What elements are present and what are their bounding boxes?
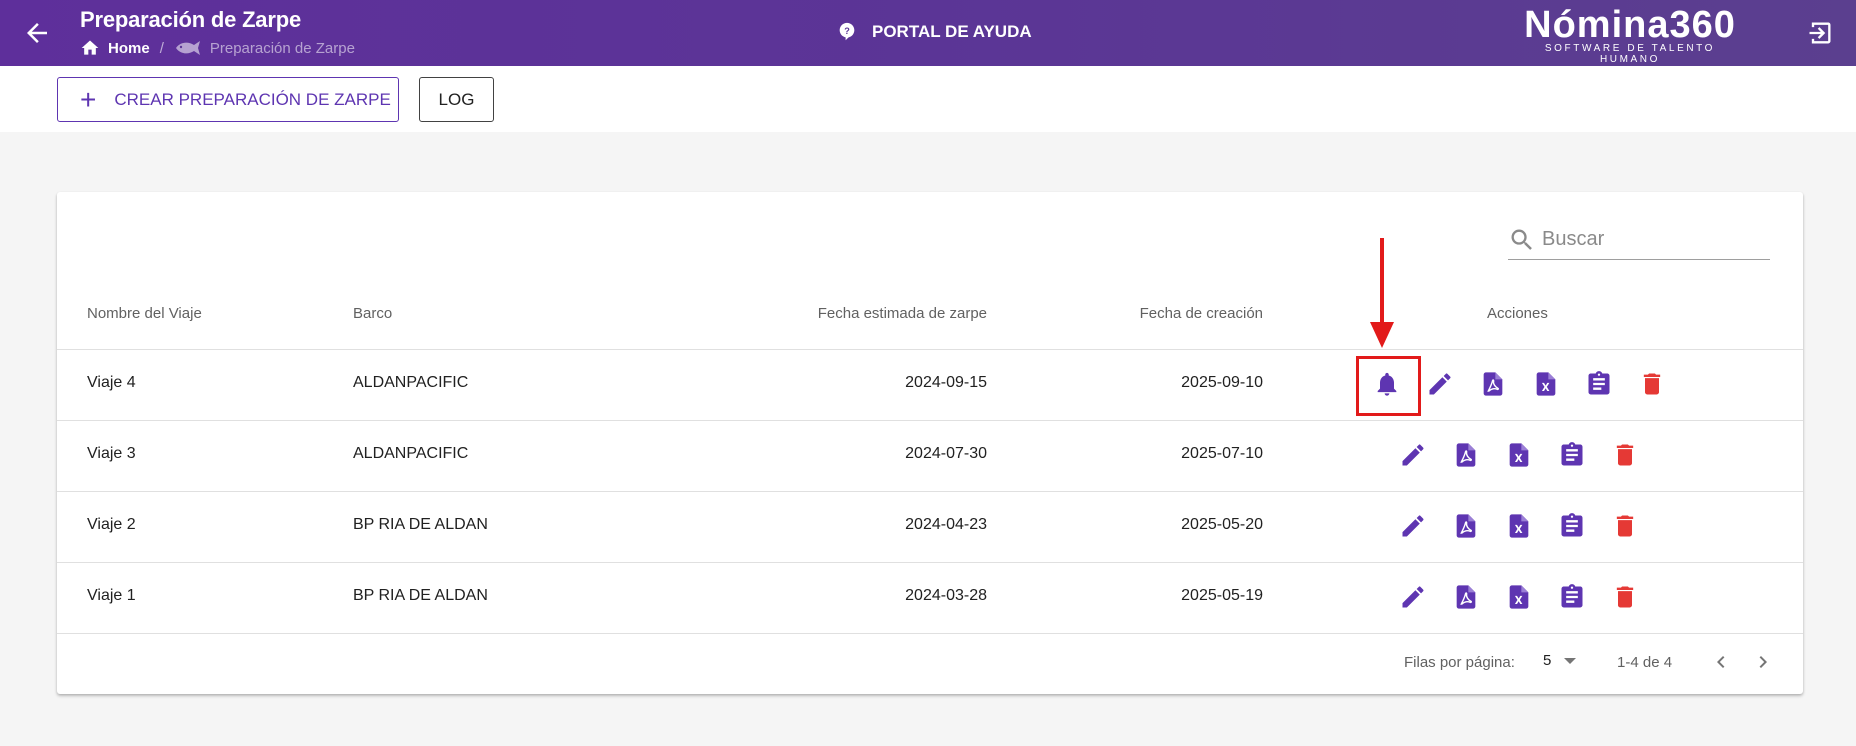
edit-icon[interactable] [1399, 441, 1427, 469]
clipboard-icon[interactable] [1558, 441, 1586, 469]
delete-icon[interactable] [1611, 583, 1639, 611]
trip-name-cell: Viaje 1 [87, 587, 136, 604]
clipboard-icon[interactable] [1585, 370, 1613, 398]
pagination-range: 1-4 de 4 [1617, 654, 1673, 671]
logo-tagline: SOFTWARE DE TALENTO HUMANO [1544, 43, 1716, 65]
excel-icon[interactable] [1505, 583, 1533, 611]
breadcrumb: Home / Preparación de Zarpe [80, 38, 355, 58]
search-icon [1511, 229, 1532, 250]
edit-icon[interactable] [1399, 583, 1427, 611]
creation-date-cell: 2025-07-10 [1181, 445, 1263, 462]
fish-icon [175, 41, 200, 55]
column-header-actions: Acciones [1487, 305, 1548, 322]
column-header-boat[interactable]: Barco [353, 305, 392, 322]
page-title: Preparación de Zarpe [80, 7, 301, 32]
table-row: Viaje 2 BP RIA DE ALDAN 2024-04-23 2025-… [57, 492, 1803, 563]
boat-cell: BP RIA DE ALDAN [353, 587, 488, 604]
logo: Nómina360 SOFTWARE DE TALENTO HUMANO [1515, 3, 1745, 65]
trip-name-cell: Viaje 3 [87, 445, 136, 462]
pdf-icon[interactable] [1452, 441, 1480, 469]
creation-date-cell: 2025-09-10 [1181, 374, 1263, 391]
estimated-date-cell: 2024-04-23 [905, 516, 987, 533]
create-preparation-label: CREAR PREPARACIÓN DE ZARPE [114, 89, 391, 109]
pdf-icon[interactable] [1452, 583, 1480, 611]
breadcrumb-current-label: Preparación de Zarpe [209, 39, 355, 57]
estimated-date-cell: 2024-07-30 [905, 445, 987, 462]
annotation-arrow [1370, 238, 1394, 355]
estimated-date-cell: 2024-09-15 [905, 374, 987, 391]
excel-icon[interactable] [1505, 441, 1533, 469]
help-portal-label: PORTAL DE AYUDA [872, 22, 1032, 41]
clipboard-icon[interactable] [1558, 583, 1586, 611]
chevron-right-icon [1759, 656, 1767, 668]
edit-icon[interactable] [1399, 512, 1427, 540]
help-portal-link[interactable]: ? PORTAL DE AYUDA [836, 21, 1032, 43]
breadcrumb-home[interactable]: Home [80, 38, 150, 58]
excel-icon[interactable] [1532, 370, 1560, 398]
boat-cell: ALDANPACIFIC [353, 445, 469, 462]
chevron-down-icon [1564, 657, 1577, 664]
previous-page-button[interactable] [1709, 650, 1733, 679]
annotation-highlight-box [1356, 356, 1421, 416]
clipboard-icon[interactable] [1558, 512, 1586, 540]
log-button[interactable]: LOG [419, 77, 494, 122]
estimated-date-cell: 2024-03-28 [905, 587, 987, 604]
logo-name: Nómina360 [1524, 4, 1736, 46]
pdf-icon[interactable] [1479, 370, 1507, 398]
trip-name-cell: Viaje 2 [87, 516, 136, 533]
svg-text:?: ? [844, 26, 850, 36]
action-toolbar: + CREAR PREPARACIÓN DE ZARPE LOG [0, 66, 1856, 132]
creation-date-cell: 2025-05-20 [1181, 516, 1263, 533]
excel-icon[interactable] [1505, 512, 1533, 540]
back-arrow-icon[interactable] [22, 18, 52, 48]
search-field[interactable] [1508, 220, 1770, 260]
home-icon [81, 40, 99, 55]
table-footer-divider [57, 633, 1803, 634]
breadcrumb-current: Preparación de Zarpe [174, 40, 355, 57]
logout-icon[interactable] [1806, 19, 1834, 47]
next-page-button[interactable] [1751, 650, 1775, 679]
help-circle-icon: ? [839, 22, 855, 41]
breadcrumb-separator: / [159, 39, 164, 57]
creation-date-cell: 2025-05-19 [1181, 587, 1263, 604]
trips-table-card: Nombre del Viaje Barco Fecha estimada de… [57, 192, 1803, 694]
table-row: Viaje 3 ALDANPACIFIC 2024-07-30 2025-07-… [57, 421, 1803, 492]
trip-name-cell: Viaje 4 [87, 374, 136, 391]
column-header-trip-name[interactable]: Nombre del Viaje [87, 305, 202, 322]
create-preparation-button[interactable]: + CREAR PREPARACIÓN DE ZARPE [57, 77, 399, 122]
app-header: Preparación de Zarpe Home / Preparación … [0, 0, 1856, 66]
boat-cell: ALDANPACIFIC [353, 374, 469, 391]
chevron-left-icon [1717, 656, 1725, 668]
delete-icon[interactable] [1611, 512, 1639, 540]
rows-per-page-value: 5 [1543, 652, 1552, 669]
rows-per-page-select[interactable]: 5 [1543, 652, 1577, 669]
rows-per-page-label: Filas por página: [1404, 654, 1515, 671]
boat-cell: BP RIA DE ALDAN [353, 516, 488, 533]
breadcrumb-home-label: Home [108, 39, 150, 57]
table-row: Viaje 1 BP RIA DE ALDAN 2024-03-28 2025-… [57, 563, 1803, 634]
delete-icon[interactable] [1611, 441, 1639, 469]
delete-icon[interactable] [1638, 370, 1666, 398]
table-row: Viaje 4 ALDANPACIFIC 2024-09-15 2025-09-… [57, 350, 1803, 421]
pdf-icon[interactable] [1452, 512, 1480, 540]
edit-icon[interactable] [1426, 370, 1454, 398]
column-header-creation-date[interactable]: Fecha de creación [837, 305, 1263, 322]
plus-icon: + [80, 83, 97, 115]
search-input[interactable] [1542, 228, 1762, 251]
log-label: LOG [438, 89, 475, 109]
